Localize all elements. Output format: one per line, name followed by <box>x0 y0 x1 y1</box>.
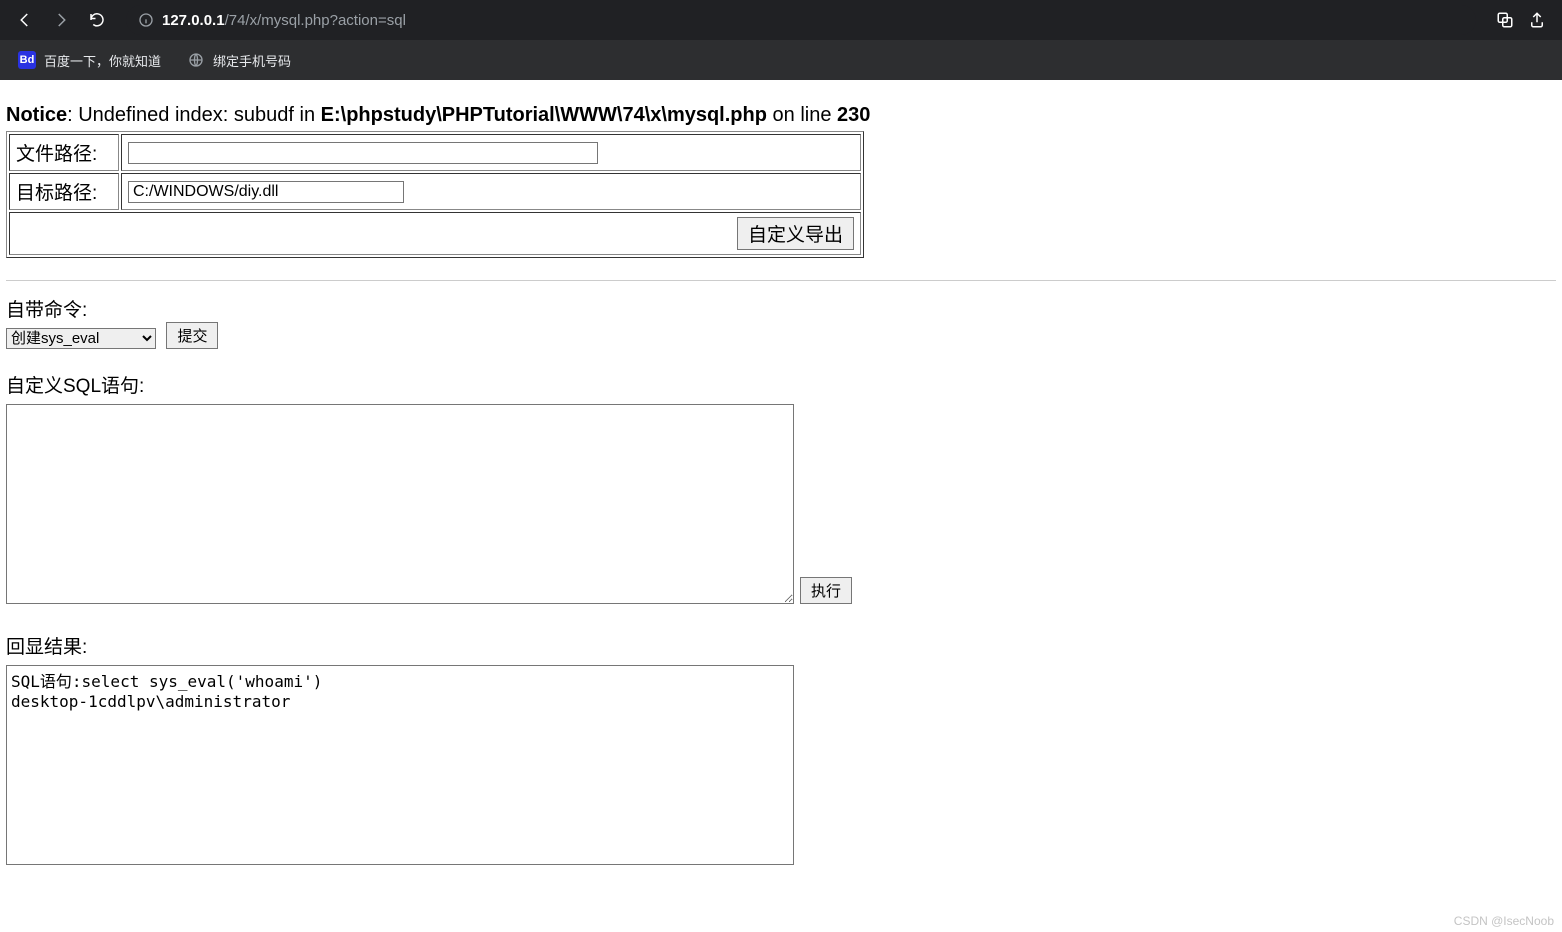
file-path-input[interactable] <box>128 142 598 164</box>
url-host: 127.0.0.1 <box>162 12 225 29</box>
bookmark-baidu[interactable]: Bd 百度一下，你就知道 <box>12 47 167 74</box>
builtin-cmd-select[interactable]: 创建sys_eval <box>6 328 156 349</box>
file-path-label: 文件路径: <box>9 134 119 171</box>
arrow-left-icon <box>16 11 34 29</box>
php-notice: Notice: Undefined index: subudf in E:\ph… <box>6 104 1556 127</box>
result-line-1: SQL语句:select sys_eval('whoami') <box>11 672 322 691</box>
target-path-label: 目标路径: <box>9 173 119 210</box>
forward-button[interactable] <box>46 5 76 35</box>
target-path-cell <box>121 173 861 210</box>
execute-button[interactable]: 执行 <box>800 577 852 604</box>
custom-sql-label: 自定义SQL语句: <box>6 371 1556 398</box>
export-table: 文件路径: 目标路径: 自定义导出 <box>6 131 864 258</box>
notice-keyword: Notice <box>6 104 67 126</box>
section-divider <box>6 280 1556 281</box>
builtin-cmd-row: 创建sys_eval 提交 <box>6 322 1556 349</box>
custom-export-button[interactable]: 自定义导出 <box>737 217 854 250</box>
export-btn-cell: 自定义导出 <box>9 212 861 255</box>
table-row: 文件路径: <box>9 134 861 171</box>
bookmark-baidu-label: 百度一下，你就知道 <box>44 51 161 70</box>
arrow-right-icon <box>52 11 70 29</box>
result-line-2: desktop-1cddlpv\administrator <box>11 692 290 711</box>
address-bar[interactable]: 127.0.0.1/74/x/mysql.php?action=sql <box>126 5 1476 35</box>
table-row: 目标路径: <box>9 173 861 210</box>
builtin-cmd-label: 自带命令: <box>6 295 1556 322</box>
custom-sql-textarea[interactable] <box>6 404 794 604</box>
globe-icon <box>187 51 205 69</box>
translate-icon <box>1496 11 1514 29</box>
watermark: CSDN @IsecNoob <box>1454 914 1554 928</box>
notice-after: on line <box>767 104 837 126</box>
submit-button[interactable]: 提交 <box>166 322 218 349</box>
site-info-icon[interactable] <box>138 12 154 28</box>
file-path-cell <box>121 134 861 171</box>
url-path: /74/x/mysql.php?action=sql <box>225 12 406 29</box>
reload-icon <box>88 11 106 29</box>
custom-sql-row: 执行 <box>6 404 1556 604</box>
toolbar-actions <box>1490 5 1552 35</box>
bookmark-bind-phone[interactable]: 绑定手机号码 <box>181 47 297 74</box>
page-content: Notice: Undefined index: subudf in E:\ph… <box>0 80 1562 871</box>
target-path-input[interactable] <box>128 181 404 203</box>
browser-toolbar: 127.0.0.1/74/x/mysql.php?action=sql <box>0 0 1562 40</box>
notice-file: E:\phpstudy\PHPTutorial\WWW\74\x\mysql.p… <box>321 104 767 126</box>
share-button[interactable] <box>1522 5 1552 35</box>
reload-button[interactable] <box>82 5 112 35</box>
notice-middle: : Undefined index: subudf in <box>67 104 321 126</box>
table-row: 自定义导出 <box>9 212 861 255</box>
bookmark-bar: Bd 百度一下，你就知道 绑定手机号码 <box>0 40 1562 80</box>
share-icon <box>1528 11 1546 29</box>
translate-button[interactable] <box>1490 5 1520 35</box>
back-button[interactable] <box>10 5 40 35</box>
bookmark-bind-phone-label: 绑定手机号码 <box>213 51 291 70</box>
url-text: 127.0.0.1/74/x/mysql.php?action=sql <box>162 12 406 29</box>
notice-line: 230 <box>837 104 870 126</box>
baidu-icon: Bd <box>18 51 36 69</box>
result-output: SQL语句:select sys_eval('whoami') desktop-… <box>6 665 794 865</box>
result-label: 回显结果: <box>6 632 1556 659</box>
